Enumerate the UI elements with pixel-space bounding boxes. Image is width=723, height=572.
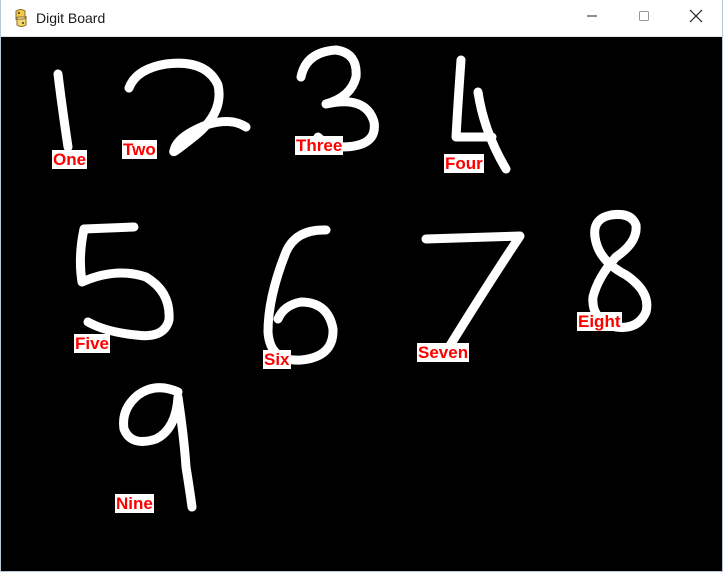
digit-label-seven: Seven [417,343,470,362]
maximize-button[interactable] [618,0,670,36]
window-title: Digit Board [36,10,106,26]
digit-label-six: Six [263,350,291,369]
digit-5-stroke [75,222,174,341]
digit-label-one: One [52,150,88,169]
digit-8-stroke [588,210,652,332]
title-bar[interactable]: Digit Board [1,0,722,37]
digit-1-stroke [53,69,73,152]
digit-label-four: Four [444,154,484,173]
digit-2-stroke [124,58,251,157]
drawing-canvas[interactable]: One Two Three Four Five Six Seven Eight … [6,37,722,571]
digit-4-stroke [451,55,511,174]
digit-label-two: Two [122,140,157,159]
digit-label-eight: Eight [577,312,622,331]
digit-label-three: Three [295,136,344,155]
close-icon [689,9,703,28]
minimize-icon [586,9,598,27]
close-button[interactable] [670,0,722,36]
digit-label-nine: Nine [115,494,154,513]
python-icon [13,9,29,27]
digit-label-five: Five [74,334,111,353]
digit-7-stroke [421,231,525,357]
digit-3-stroke [296,45,379,152]
app-window: Digit Board One Two Three Four Five Six … [0,0,723,572]
minimize-button[interactable] [566,0,618,36]
digit-6-stroke [263,225,338,365]
window-controls [566,0,722,36]
digit-9-stroke [119,383,197,512]
maximize-icon [638,9,650,27]
